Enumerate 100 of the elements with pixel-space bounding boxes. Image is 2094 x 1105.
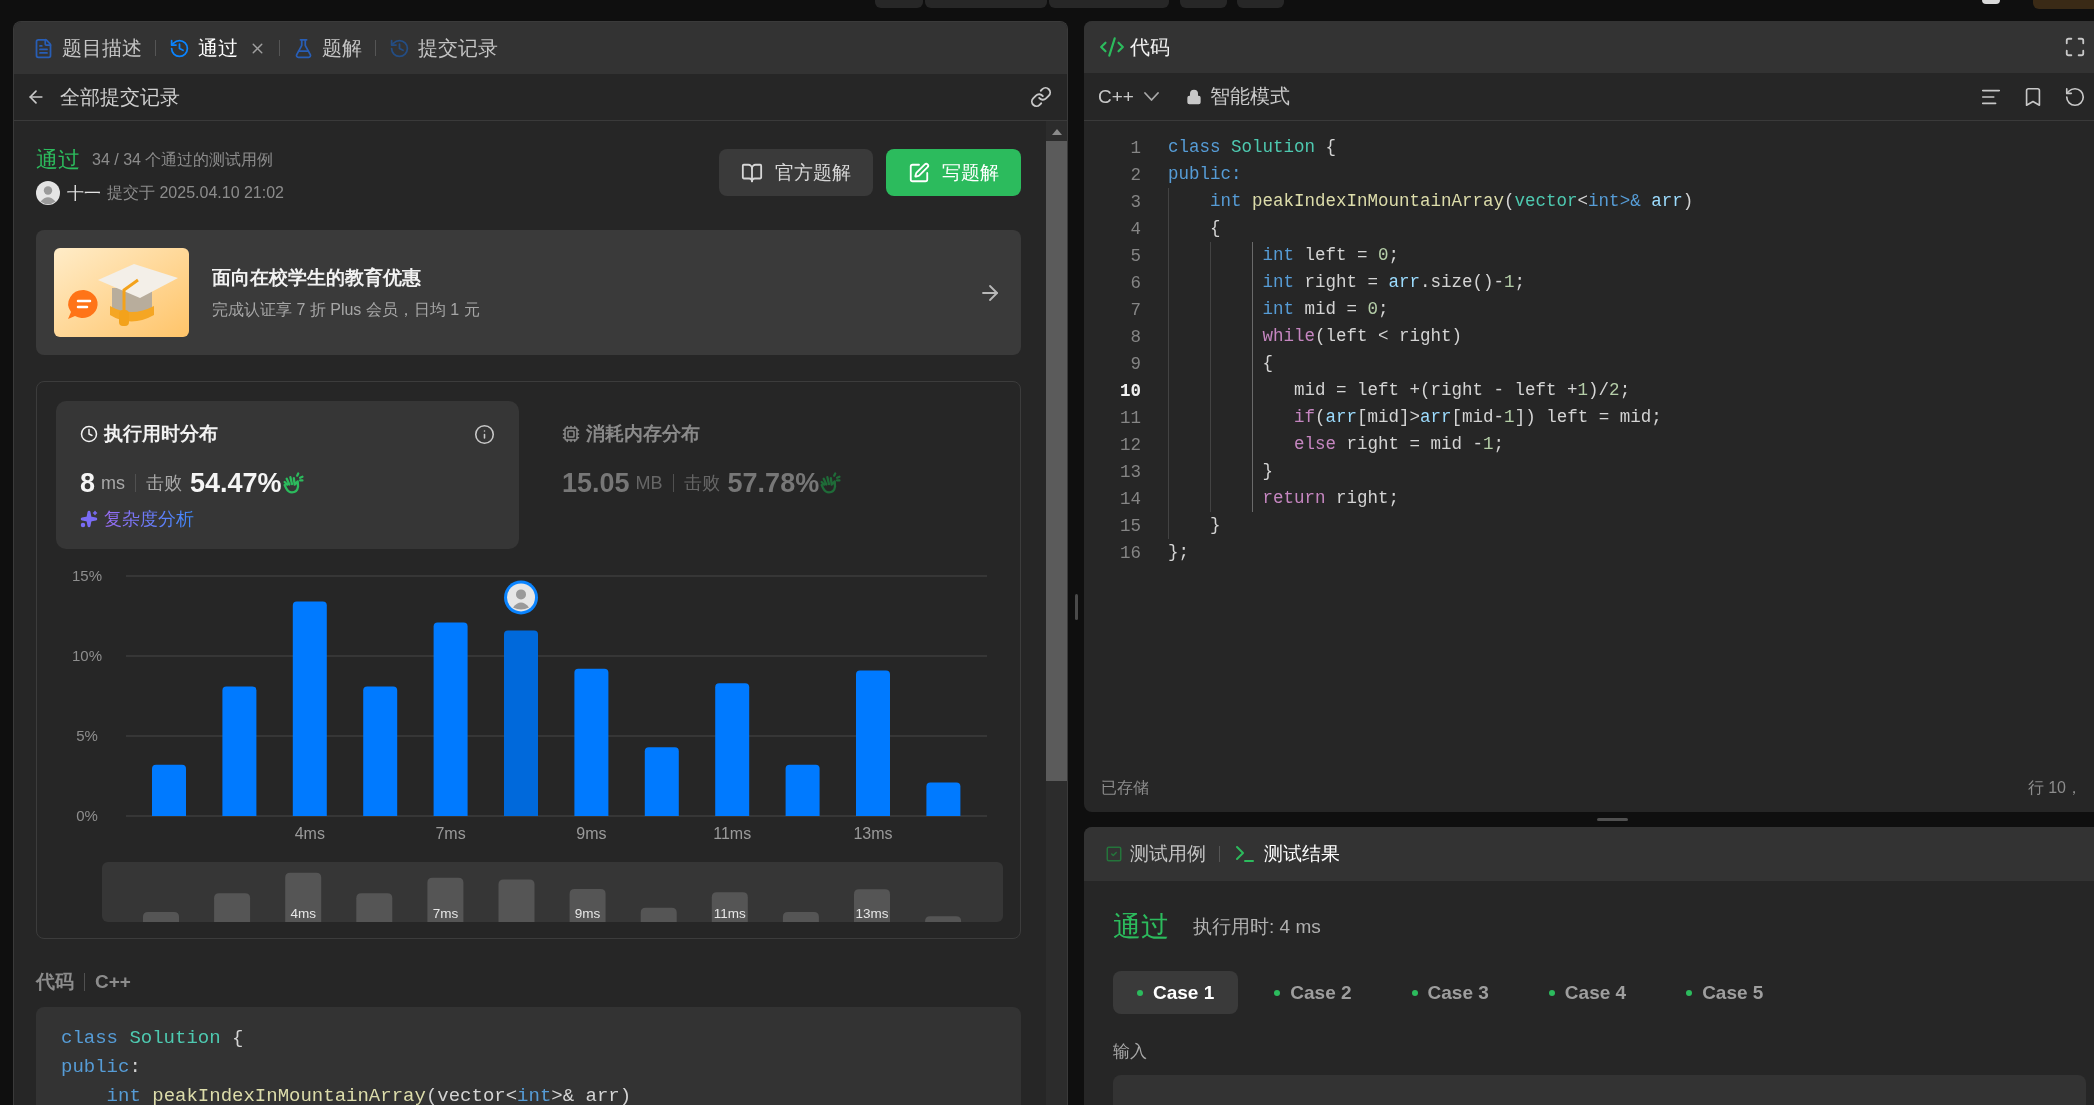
line-number: 15 bbox=[1119, 515, 1141, 536]
back-link[interactable]: 全部提交记录 bbox=[26, 83, 180, 111]
y-axis-label: 5% bbox=[76, 727, 98, 744]
y-axis-label: 10% bbox=[72, 647, 102, 664]
chart-bar[interactable] bbox=[715, 683, 750, 816]
line-number: 4 bbox=[1129, 218, 1141, 239]
overview-bar bbox=[498, 879, 535, 922]
toolbar-button[interactable] bbox=[875, 0, 923, 8]
line-number: 8 bbox=[1129, 326, 1141, 347]
submission-status: 通过 bbox=[36, 146, 80, 174]
smart-mode-button[interactable]: 智能模式 bbox=[1185, 83, 1290, 110]
chart-overview[interactable]: 4ms 7ms 9ms 11ms 13ms bbox=[102, 862, 1003, 922]
y-axis-label: 0% bbox=[76, 807, 98, 824]
overview-bar bbox=[214, 893, 251, 922]
chart-bar[interactable] bbox=[433, 622, 468, 816]
line-number: 6 bbox=[1129, 272, 1141, 293]
chart-bar[interactable] bbox=[644, 747, 679, 816]
x-axis-label: 9ms bbox=[576, 825, 607, 842]
clapping-hands-icon bbox=[819, 472, 842, 494]
sparkle-icon bbox=[80, 510, 98, 528]
avatar[interactable] bbox=[1982, 0, 2000, 4]
cursor-position: 行 10， bbox=[2027, 777, 2082, 798]
chart-bar[interactable] bbox=[363, 686, 398, 816]
checkbox-icon bbox=[1105, 845, 1123, 863]
case-tab[interactable]: Case 5 bbox=[1662, 971, 1788, 1014]
toolbar-button[interactable] bbox=[1180, 0, 1227, 8]
promo-title: 面向在校学生的教育优惠 bbox=[212, 265, 422, 290]
document-icon bbox=[33, 37, 54, 59]
overview-bar bbox=[925, 916, 962, 922]
language-select[interactable]: C++ bbox=[1098, 85, 1159, 108]
line-number: 10 bbox=[1119, 380, 1141, 401]
case-tab[interactable]: Case 1 bbox=[1113, 971, 1239, 1014]
submission-time: 提交于 2025.04.10 21:02 bbox=[107, 182, 284, 203]
y-axis-label: 15% bbox=[72, 567, 102, 584]
toolbar-button[interactable] bbox=[1237, 0, 1284, 8]
metric-unit: MB bbox=[635, 472, 663, 494]
link-icon[interactable] bbox=[1030, 86, 1052, 108]
scrollbar-thumb[interactable] bbox=[1046, 141, 1067, 781]
edit-icon bbox=[908, 161, 930, 184]
overview-bar bbox=[854, 889, 890, 922]
metric-card[interactable]: 消耗内存分布 15.05 MB 击败 57.78% bbox=[538, 401, 1001, 549]
tab[interactable]: 通过 bbox=[169, 33, 238, 63]
tab[interactable]: 测试用例 bbox=[1105, 841, 1206, 867]
info-icon[interactable] bbox=[474, 423, 495, 445]
language-label: C++ bbox=[95, 971, 131, 993]
overview-bar bbox=[569, 888, 606, 922]
case-tab[interactable]: Case 4 bbox=[1524, 971, 1651, 1014]
metric-card[interactable]: 执行用时分布 8 ms 击败 54.47% 复杂度分析 bbox=[56, 401, 519, 549]
status-dot-icon bbox=[1137, 989, 1143, 996]
tab[interactable]: 题目描述 bbox=[33, 33, 142, 63]
line-number: 5 bbox=[1129, 245, 1141, 266]
line-number: 13 bbox=[1119, 461, 1141, 482]
tab[interactable]: 测试结果 bbox=[1233, 841, 1340, 867]
status-dot-icon bbox=[1686, 989, 1693, 996]
scrollbar[interactable] bbox=[1046, 121, 1067, 1105]
promo-banner[interactable]: 面向在校学生的教育优惠 完成认证享 7 折 Plus 会员，日均 1 元 bbox=[36, 230, 1021, 355]
x-axis-label: 7ms bbox=[435, 825, 466, 842]
avatar bbox=[36, 181, 60, 205]
chart-bar[interactable] bbox=[574, 668, 609, 816]
overview-bar bbox=[782, 912, 819, 922]
status-dot-icon bbox=[1548, 989, 1555, 996]
case-tab[interactable]: Case 3 bbox=[1387, 971, 1513, 1014]
line-number: 12 bbox=[1119, 434, 1141, 455]
line-number: 14 bbox=[1119, 488, 1141, 509]
resize-handle[interactable] bbox=[1597, 818, 1628, 821]
overview-bar bbox=[356, 893, 393, 922]
fullscreen-button[interactable] bbox=[2064, 36, 2086, 58]
chart-bar[interactable] bbox=[926, 782, 961, 816]
code-line: class Solution { bbox=[61, 1026, 244, 1051]
test-count: 34 / 34 个通过的测试用例 bbox=[92, 149, 274, 170]
chart-bar[interactable] bbox=[152, 764, 186, 816]
tab[interactable]: 提交记录 bbox=[389, 33, 498, 63]
result-status: 通过 bbox=[1113, 910, 1169, 944]
code-line: public: bbox=[1168, 163, 1242, 186]
user-name[interactable]: 十一 bbox=[67, 181, 101, 205]
code-line: int peakIndexInMountainArray(vector<int>& arr) bbox=[105, 1084, 632, 1105]
resize-handle[interactable] bbox=[1074, 594, 1078, 620]
promo-subtitle: 完成认证享 7 折 Plus 会员，日均 1 元 bbox=[212, 299, 481, 320]
beats-label: 击败 bbox=[146, 472, 183, 495]
overview-bar bbox=[143, 912, 179, 922]
scroll-up-icon[interactable] bbox=[1051, 129, 1062, 135]
case-tab[interactable]: Case 2 bbox=[1250, 971, 1376, 1014]
beats-percent: 57.78% bbox=[727, 467, 820, 499]
code-label: 代码 bbox=[36, 970, 74, 994]
code-line: class Solution { bbox=[1168, 136, 1337, 159]
metric-value: 15.05 bbox=[562, 467, 630, 499]
overview-bar bbox=[640, 907, 677, 922]
chart-bar[interactable] bbox=[785, 764, 820, 816]
runtime-text: 执行用时: 4 ms bbox=[1193, 915, 1321, 939]
solution-button[interactable]: 官方题解 bbox=[719, 149, 873, 196]
chart-bar[interactable] bbox=[292, 601, 327, 816]
line-number: 1 bbox=[1129, 137, 1141, 158]
avatar-marker bbox=[504, 580, 538, 615]
flask-icon bbox=[293, 37, 314, 59]
reset-button[interactable] bbox=[2064, 85, 2086, 108]
tab[interactable]: 题解 bbox=[293, 33, 362, 63]
beats-label: 击败 bbox=[683, 472, 720, 495]
overview-label: 7ms bbox=[432, 906, 459, 921]
beats-percent: 54.47% bbox=[190, 467, 282, 499]
chart-bar[interactable] bbox=[222, 686, 257, 816]
